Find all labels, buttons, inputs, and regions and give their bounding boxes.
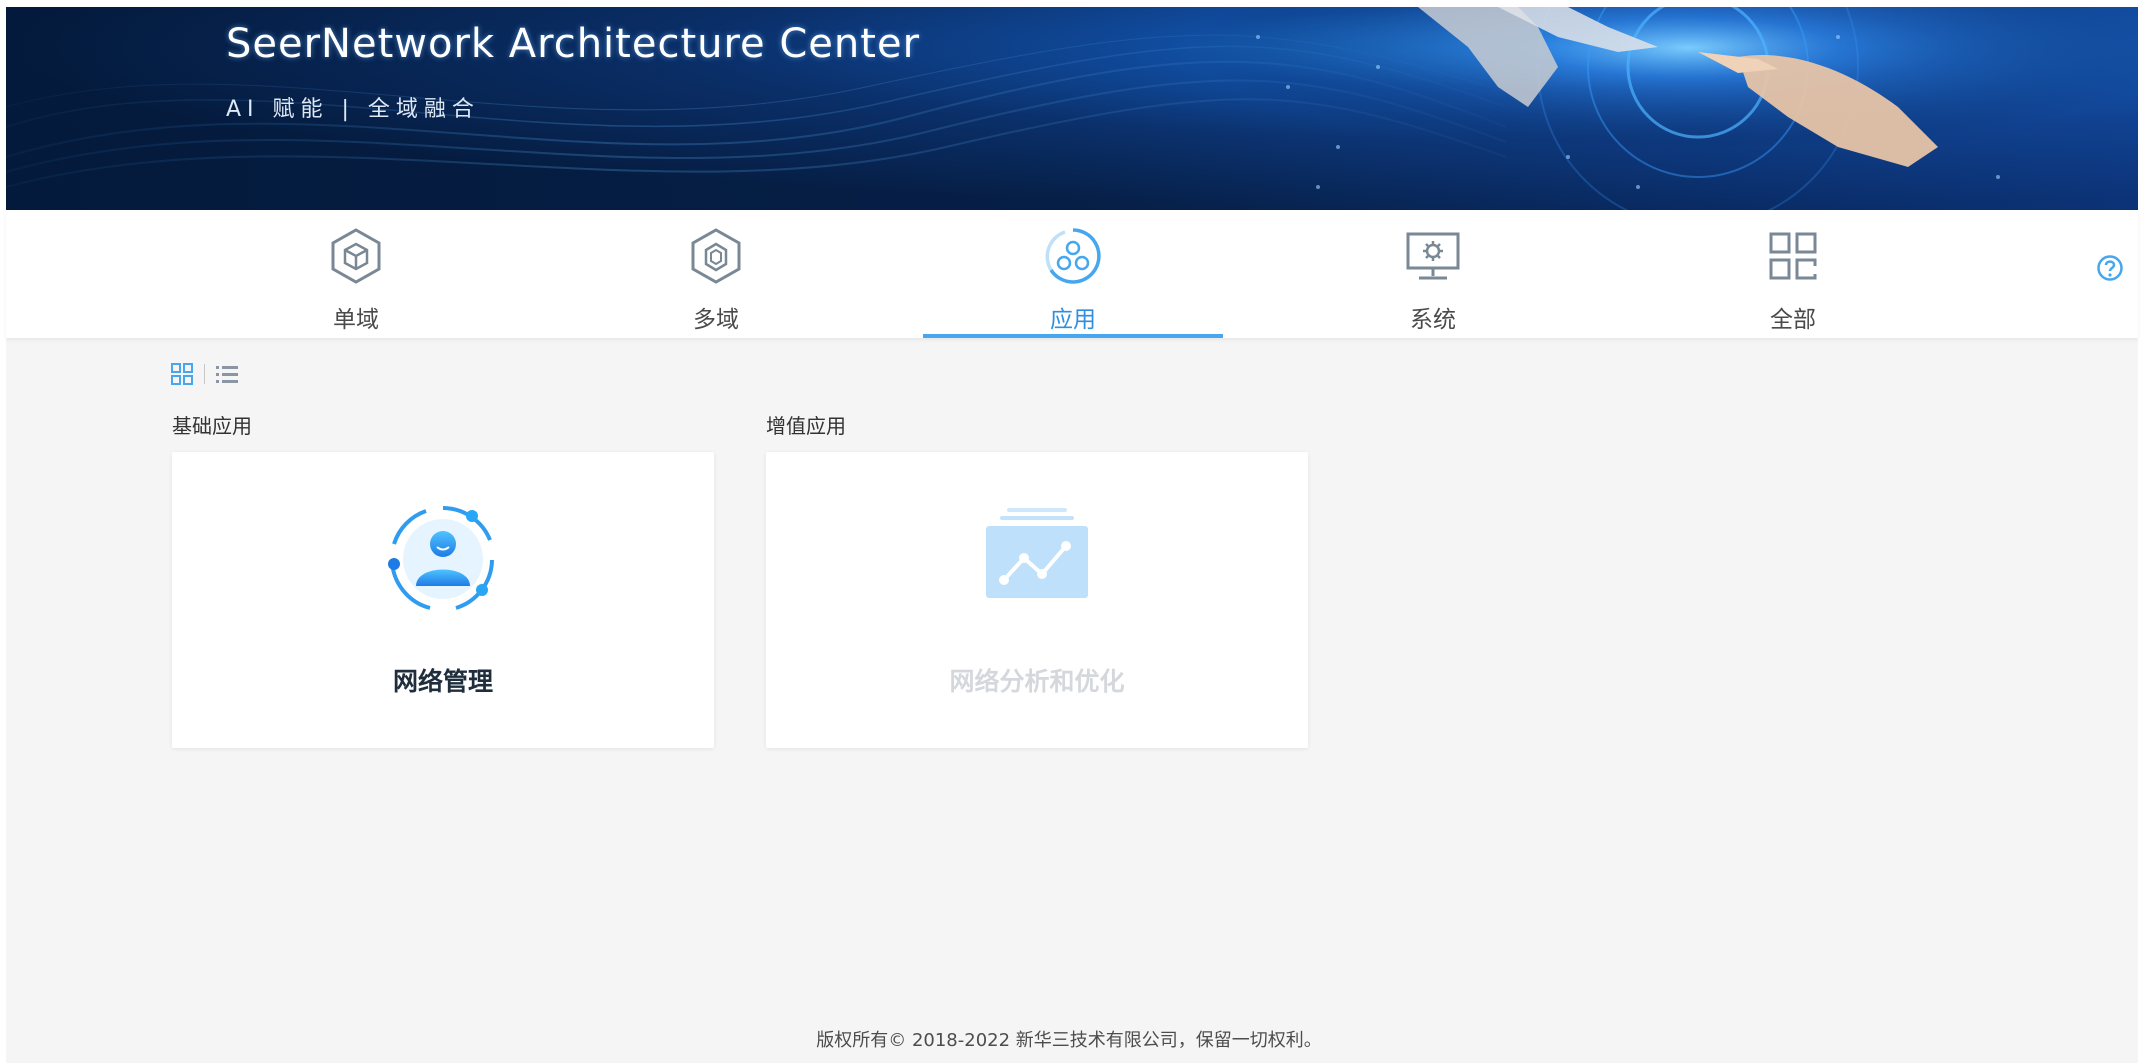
app-cluster-icon bbox=[1045, 228, 1101, 284]
right-edge bbox=[2138, 0, 2150, 1063]
nav-item-multi-domain[interactable]: 多域 bbox=[566, 210, 866, 338]
top-edge bbox=[0, 0, 2150, 7]
header-banner: SeerNetwork Architecture Center AI 赋能 | … bbox=[6, 7, 2138, 210]
app-card-label: 网络分析和优化 bbox=[949, 667, 1125, 696]
list-view-icon[interactable] bbox=[214, 362, 240, 386]
view-toggle-divider bbox=[204, 364, 205, 384]
layers-hexagon-icon bbox=[691, 228, 741, 284]
nav-label: 系统 bbox=[1410, 307, 1456, 333]
robot-hand-illustration bbox=[1138, 7, 2138, 210]
grid-four-icon bbox=[1769, 232, 1817, 280]
section-title-value-added-apps: 增值应用 bbox=[766, 414, 846, 438]
nav-item-single-domain[interactable]: 单域 bbox=[206, 210, 506, 338]
banner-subtitle: AI 赋能 | 全域融合 bbox=[226, 97, 480, 122]
nav-label: 应用 bbox=[1050, 307, 1096, 333]
nav-item-application[interactable]: 应用 bbox=[923, 210, 1223, 338]
chart-analysis-icon bbox=[986, 508, 1088, 598]
nav-label: 多域 bbox=[693, 307, 739, 333]
app-card-network-analysis[interactable]: 网络分析和优化 bbox=[766, 452, 1308, 748]
main-nav: 单域 多域 应用 系统 全部 bbox=[6, 210, 2138, 338]
app-card-network-management[interactable]: 网络管理 bbox=[172, 452, 714, 748]
question-circle-icon[interactable] bbox=[2096, 254, 2124, 282]
section-title-basic-apps: 基础应用 bbox=[172, 414, 252, 438]
footer-copyright: 版权所有© 2018-2022 新华三技术有限公司，保留一切权利。 bbox=[816, 1030, 1322, 1051]
banner-title: SeerNetwork Architecture Center bbox=[226, 21, 921, 67]
app-card-label: 网络管理 bbox=[392, 667, 493, 696]
nav-label: 全部 bbox=[1770, 307, 1816, 333]
nav-item-all[interactable]: 全部 bbox=[1643, 210, 1943, 338]
grid-view-icon[interactable] bbox=[170, 362, 194, 386]
cube-hexagon-icon bbox=[331, 228, 381, 284]
nav-label: 单域 bbox=[333, 307, 379, 333]
active-tab-underline bbox=[923, 334, 1223, 338]
monitor-gear-icon bbox=[1406, 232, 1460, 280]
user-network-icon bbox=[388, 506, 494, 610]
nav-item-system[interactable]: 系统 bbox=[1283, 210, 1583, 338]
